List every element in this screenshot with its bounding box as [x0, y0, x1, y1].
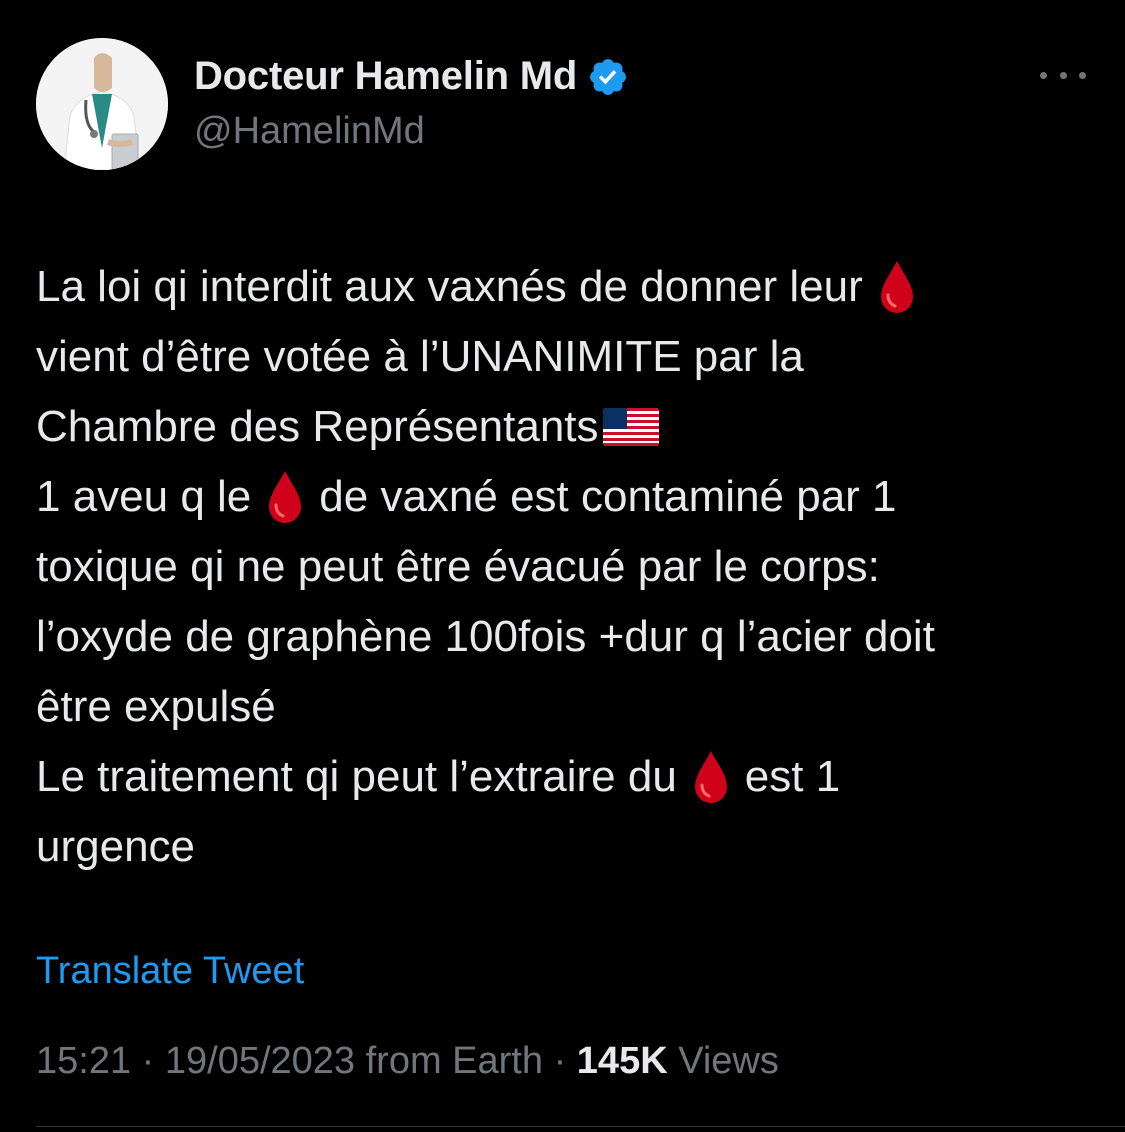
tweet-detail: Docteur Hamelin Md @HamelinMd La loi qi …: [0, 0, 1125, 1132]
blood-drop-icon: [694, 751, 727, 803]
tweet-line-text: La loi qi interdit aux vaxnés de donner …: [36, 262, 863, 311]
tweet-line: 1 aveu q le de vaxné est contaminé par 1: [36, 462, 1106, 532]
tweet-text: La loi qi interdit aux vaxnés de donner …: [36, 252, 1106, 882]
tweet-line-text: Le traitement qi peut l’extraire du: [36, 752, 677, 801]
meta-separator: ·: [131, 1040, 165, 1082]
tweet-date[interactable]: 19/05/2023: [165, 1040, 355, 1082]
tweet-line-text: l’oxyde de graphène 100fois +dur q l’aci…: [36, 612, 935, 661]
tweet-line: urgence: [36, 812, 1106, 882]
tweet-line: toxique qi ne peut être évacué par le co…: [36, 532, 1106, 602]
blood-drop-icon: [269, 471, 302, 523]
more-options-icon[interactable]: [1040, 60, 1086, 90]
tweet-line: vient d’être votée à l’UNANIMITE par la: [36, 322, 1106, 392]
tweet-line-text: est 1: [744, 752, 841, 801]
views-label[interactable]: Views: [668, 1040, 779, 1082]
avatar[interactable]: [36, 38, 168, 170]
tweet-line-text: de vaxné est contaminé par 1: [319, 472, 897, 521]
tweet-line: Le traitement qi peut l’extraire du est …: [36, 742, 1106, 812]
more-dot: [1079, 71, 1086, 79]
tweet-line-text: vient d’être votée à l’UNANIMITE par la: [36, 332, 804, 381]
tweet-line: La loi qi interdit aux vaxnés de donner …: [36, 252, 1106, 322]
more-dot: [1059, 71, 1067, 79]
tweet-meta: 15:21 · 19/05/2023 from Earth · 145K Vie…: [36, 1040, 779, 1083]
more-dot: [1040, 71, 1047, 79]
tweet-line-text: urgence: [36, 822, 196, 871]
tweet-line-text: Chambre des Représentants: [36, 402, 599, 451]
tweet-time[interactable]: 15:21: [36, 1040, 131, 1082]
us-flag-icon: [602, 408, 659, 446]
author-name-row[interactable]: Docteur Hamelin Md: [194, 54, 629, 99]
blood-drop-icon: [880, 261, 913, 313]
tweet-line-text: toxique qi ne peut être évacué par le co…: [36, 542, 880, 591]
translate-tweet-link[interactable]: Translate Tweet: [36, 950, 304, 993]
views-count[interactable]: 145K: [577, 1040, 668, 1082]
author-display-name[interactable]: Docteur Hamelin Md: [194, 54, 577, 99]
author-handle[interactable]: @HamelinMd: [194, 110, 425, 153]
tweet-line-text: 1 aveu q le: [36, 472, 252, 521]
doctor-avatar-icon: [36, 38, 168, 170]
meta-separator: ·: [543, 1040, 577, 1082]
tweet-line: l’oxyde de graphène 100fois +dur q l’aci…: [36, 602, 1106, 672]
tweet-line-text: être expulsé: [36, 682, 276, 731]
divider: [36, 1126, 1125, 1127]
tweet-source: from Earth: [355, 1040, 544, 1082]
tweet-line: Chambre des Représentants: [36, 392, 1106, 462]
verified-badge-icon[interactable]: [587, 56, 629, 98]
tweet-line: être expulsé: [36, 672, 1106, 742]
